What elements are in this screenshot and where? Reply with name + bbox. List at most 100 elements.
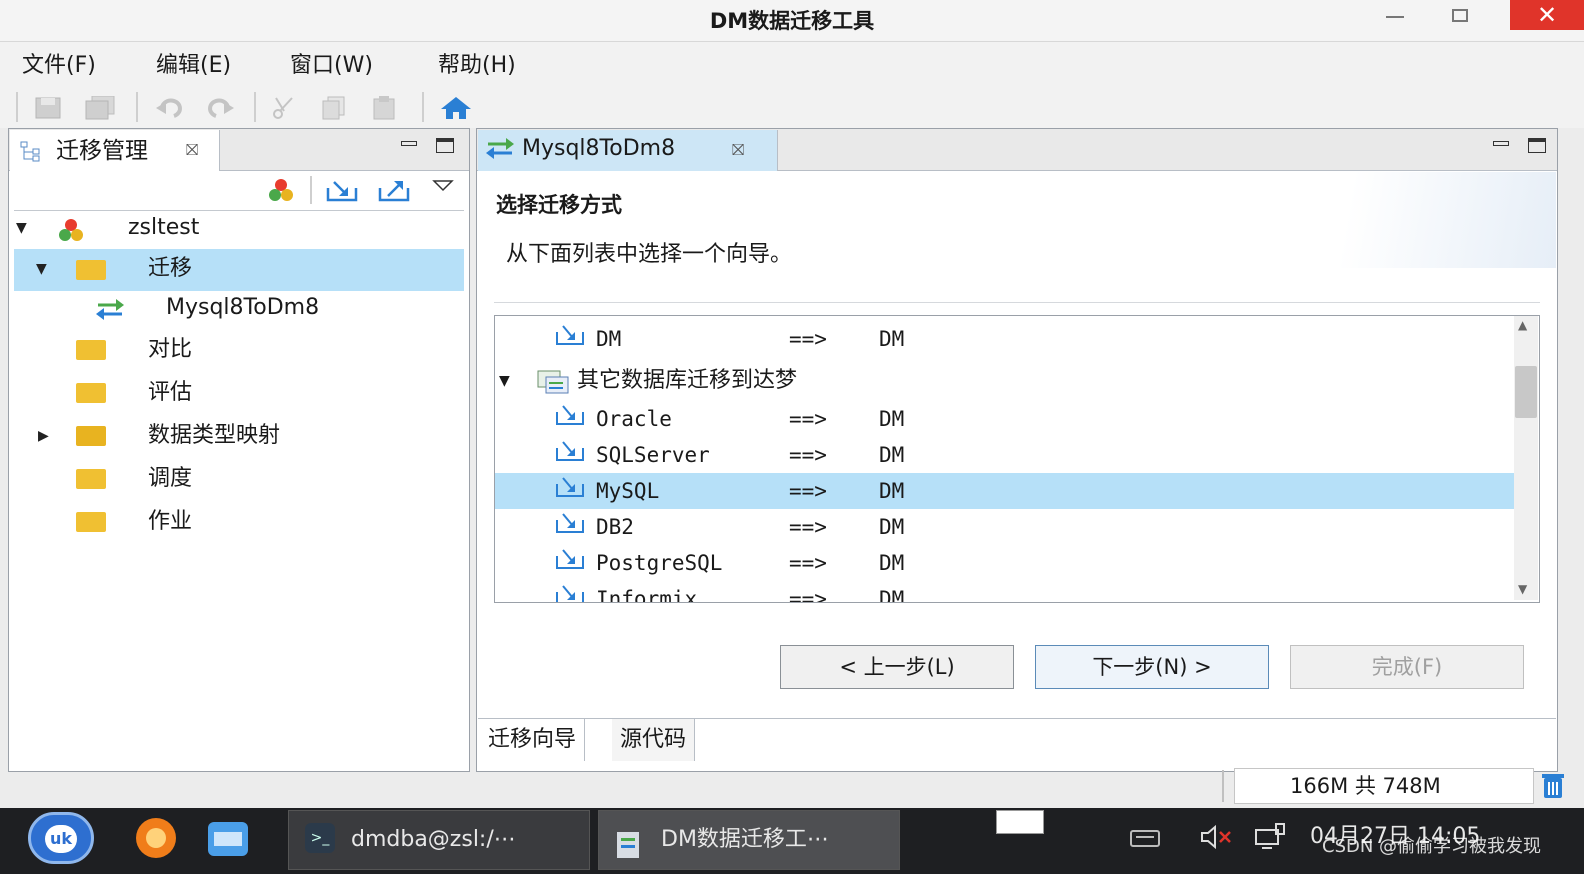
tree-root-zsltest[interactable]: ▼ zsltest	[14, 208, 464, 248]
list-item-oracle[interactable]: Oracle ==> DM	[495, 401, 1515, 437]
import-icon	[555, 545, 585, 569]
list-source: Oracle	[596, 407, 672, 431]
close-button[interactable]: ✕	[1510, 0, 1584, 30]
view-menu-icon[interactable]	[432, 178, 454, 192]
list-item-postgresql[interactable]: PostgreSQL ==> DM	[495, 545, 1515, 581]
list-item-mysql-selected[interactable]: MySQL ==> DM	[495, 473, 1515, 509]
home-icon[interactable]	[440, 96, 471, 120]
scrollbar-thumb[interactable]	[1515, 366, 1537, 418]
tree-folder-compare[interactable]: 对比	[14, 330, 464, 370]
collapse-arrow-icon[interactable]: ▼	[499, 363, 510, 399]
maximize-editor-icon[interactable]	[1526, 134, 1548, 156]
left-tab-close-icon[interactable]: ⛝	[186, 136, 198, 164]
back-button[interactable]: < 上一步(L)	[780, 645, 1014, 689]
volume-muted-icon[interactable]	[1200, 824, 1236, 850]
tree-label-migration: 迁移	[148, 256, 193, 281]
folder-icon	[76, 512, 106, 532]
garbage-collect-icon[interactable]	[1540, 772, 1566, 800]
list-item-sqlserver[interactable]: SQLServer ==> DM	[495, 437, 1515, 473]
list-arrow: ==>	[789, 407, 827, 431]
import-icon	[555, 321, 585, 345]
task-dm-migration[interactable]: DM数据迁移工⋯	[598, 810, 900, 870]
list-target: DM	[879, 515, 905, 539]
list-source: PostgreSQL	[596, 551, 723, 575]
tree-label-schedule: 调度	[148, 466, 193, 491]
status-separator	[1222, 770, 1224, 802]
tree-label-evaluate: 评估	[148, 380, 193, 405]
editor-tab-close-icon[interactable]: ⛝	[732, 136, 744, 164]
task-terminal[interactable]: >_ dmdba@zsl:/⋯	[288, 810, 590, 870]
toolbar	[0, 88, 1584, 128]
keyboard-icon[interactable]	[1130, 828, 1160, 848]
menu-help[interactable]: 帮助(H)	[438, 50, 516, 82]
save-icon[interactable]	[34, 96, 62, 120]
export-icon[interactable]	[378, 178, 410, 204]
group-label: 其它数据库迁移到达梦	[577, 368, 798, 393]
import-icon	[555, 437, 585, 461]
list-arrow: ==>	[789, 515, 827, 539]
save-all-icon[interactable]	[84, 95, 115, 120]
folder-icon	[76, 383, 106, 403]
menu-file[interactable]: 文件(F)	[22, 50, 96, 82]
maximize-button[interactable]	[1432, 0, 1488, 32]
menu-window[interactable]: 窗口(W)	[290, 50, 373, 82]
network-icon[interactable]	[1252, 822, 1288, 850]
tree-folder-schedule[interactable]: 调度	[14, 459, 464, 499]
import-icon[interactable]	[326, 178, 358, 204]
list-arrow: ==>	[789, 327, 827, 351]
browser-icon[interactable]	[128, 814, 184, 862]
redo-icon[interactable]	[204, 96, 234, 120]
tree-label-root: zsltest	[128, 215, 200, 240]
tree-folder-evaluate[interactable]: 评估	[14, 373, 464, 413]
folder-icon	[76, 426, 106, 446]
list-item-dm-to-dm[interactable]: DM ==> DM	[495, 321, 1515, 357]
connection-icon[interactable]	[266, 176, 296, 204]
collapse-arrow-icon[interactable]: ▼	[16, 208, 27, 248]
toolbar-separator	[136, 92, 138, 122]
list-arrow: ==>	[789, 479, 827, 503]
list-source: Informix	[596, 587, 698, 603]
cut-icon[interactable]	[270, 96, 298, 120]
maximize-view-icon[interactable]	[434, 134, 456, 156]
tree-label-mysql8todm8: Mysql8ToDm8	[166, 295, 320, 320]
list-target: DM	[879, 479, 905, 503]
next-button[interactable]: 下一步(N) >	[1035, 645, 1269, 689]
list-item-informix[interactable]: Informix ==> DM	[495, 581, 1515, 603]
file-manager-icon[interactable]	[200, 814, 256, 862]
list-scrollbar[interactable]	[1514, 316, 1538, 600]
tree-item-mysql8todm8[interactable]: Mysql8ToDm8	[14, 288, 464, 328]
expand-arrow-icon[interactable]: ▶	[38, 416, 49, 456]
minimize-view-icon[interactable]	[400, 134, 418, 154]
list-source: SQLServer	[596, 443, 710, 467]
start-menu-icon[interactable]: uk	[28, 812, 94, 864]
list-target: DM	[879, 551, 905, 575]
finish-button[interactable]: 完成(F)	[1290, 645, 1524, 689]
list-source: DB2	[596, 515, 634, 539]
list-group-other-to-dm[interactable]: ▼ 其它数据库迁移到达梦	[495, 363, 1515, 399]
tree-folder-job[interactable]: 作业	[14, 502, 464, 542]
header-divider	[494, 302, 1540, 303]
scroll-up-icon[interactable]: ▲	[1518, 318, 1527, 332]
list-item-db2[interactable]: DB2 ==> DM	[495, 509, 1515, 545]
tab-source-code[interactable]: 源代码	[612, 719, 696, 761]
workspace-indicator[interactable]	[996, 810, 1044, 834]
copy-icon[interactable]	[320, 96, 348, 120]
undo-icon[interactable]	[154, 96, 182, 120]
folder-open-icon	[76, 260, 106, 280]
collapse-arrow-icon[interactable]: ▼	[36, 249, 47, 289]
import-icon	[555, 509, 585, 533]
tree-folder-migration[interactable]: ▼ 迁移	[14, 249, 464, 291]
menu-edit[interactable]: 编辑(E)	[156, 50, 231, 82]
wizard-list[interactable]: DM ==> DM ▼ 其它数据库迁移到达梦 Oracle ==> DM SQL…	[494, 315, 1540, 603]
terminal-icon: >_	[305, 823, 335, 853]
app-icon	[615, 825, 643, 858]
tree-folder-type-mapping[interactable]: ▶ 数据类型映射	[14, 416, 464, 456]
scroll-down-icon[interactable]: ▼	[1518, 582, 1527, 596]
tab-migration-wizard[interactable]: 迁移向导	[480, 719, 586, 761]
minimize-editor-icon[interactable]	[1492, 134, 1510, 154]
list-target: DM	[879, 443, 905, 467]
paste-icon[interactable]	[370, 96, 398, 120]
list-arrow: ==>	[789, 443, 827, 467]
task-label: dmdba@zsl:/⋯	[351, 827, 516, 852]
minimize-button[interactable]	[1366, 0, 1422, 32]
